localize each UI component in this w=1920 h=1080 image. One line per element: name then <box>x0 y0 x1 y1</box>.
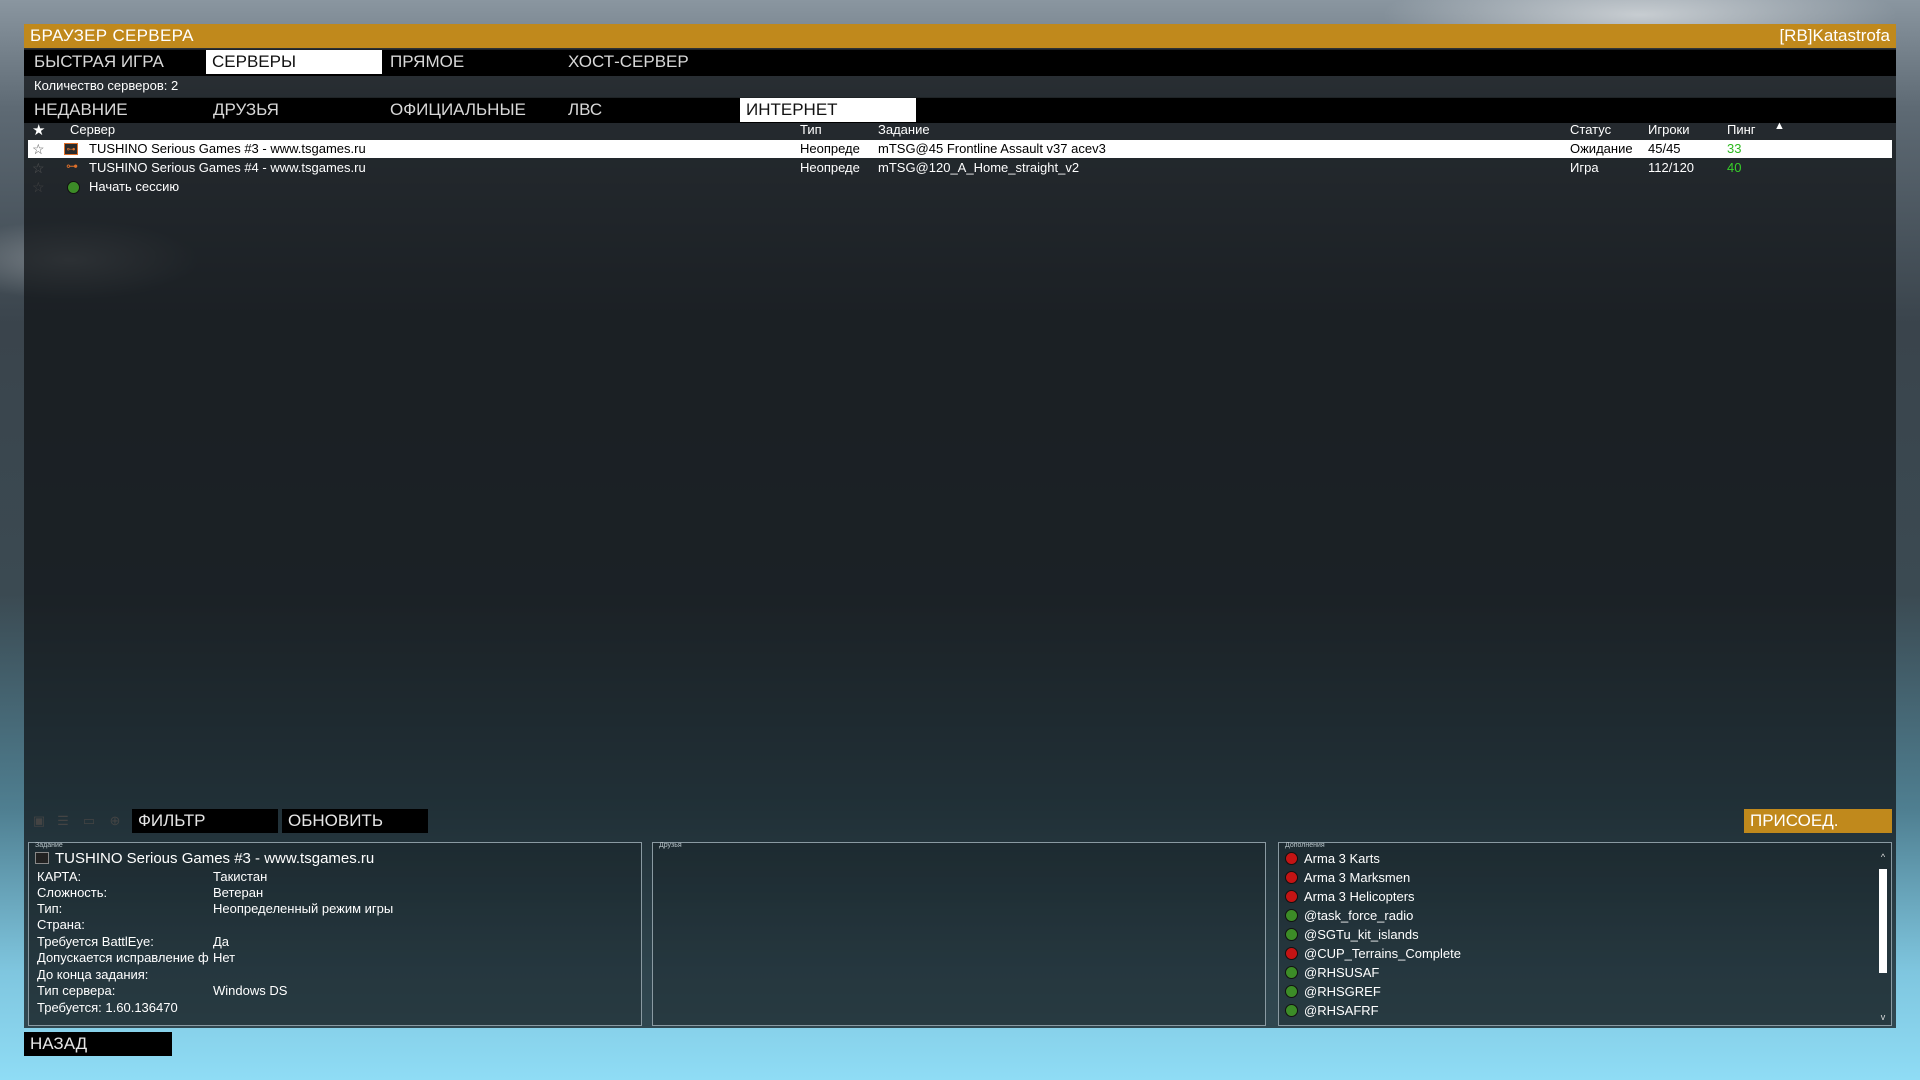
detail-row: До конца задания: <box>37 967 149 982</box>
tab-internet[interactable]: ИНТЕРНЕТ <box>740 98 916 122</box>
column-server[interactable]: Сервер <box>70 122 115 137</box>
scroll-down-icon[interactable]: v <box>1879 1013 1887 1022</box>
panel-legend: Задание <box>35 842 63 849</box>
list-icon[interactable]: ☰ <box>54 812 72 830</box>
tab-friends[interactable]: ДРУЗЬЯ <box>207 98 383 122</box>
player-name: [RB]Katastrofa <box>1779 26 1890 45</box>
server-mission: mTSG@45 Frontline Assault v37 acev3 <box>878 141 1106 156</box>
detail-row: КАРТА: Такистан <box>37 869 268 884</box>
scroll-up-icon[interactable]: ^ <box>1879 853 1887 862</box>
server-mission: mTSG@120_A_Home_straight_v2 <box>878 160 1080 175</box>
start-session-row[interactable]: ☆ Начать сессию <box>28 178 1892 196</box>
status-dot-icon <box>1285 966 1298 979</box>
back-button[interactable]: НАЗАД <box>24 1032 172 1056</box>
refresh-button[interactable]: ОБНОВИТЬ <box>282 809 428 833</box>
server-ping: 33 <box>1727 141 1742 156</box>
addon-item[interactable]: @RHSGREF <box>1285 984 1381 1002</box>
lock-filter-icon[interactable]: ▣ <box>30 812 48 830</box>
detail-row: Тип сервера: Windows DS <box>37 983 288 998</box>
panel-legend: Друзья <box>659 842 682 849</box>
tab-servers[interactable]: СЕРВЕРЫ <box>206 50 382 74</box>
addon-item[interactable]: @SGTu_kit_islands <box>1285 927 1419 945</box>
server-status: Ожидание <box>1570 141 1632 156</box>
tab-quick-play[interactable]: БЫСТРАЯ ИГРА <box>28 50 204 74</box>
window-title: БРАУЗЕР СЕРВЕРА <box>30 26 194 45</box>
server-players: 45/45 <box>1648 141 1681 156</box>
detail-row: Допускается исправление ф Нет <box>37 950 236 965</box>
column-mission[interactable]: Задание <box>878 122 930 137</box>
scroll-thumb[interactable] <box>1879 869 1887 973</box>
favorite-star-icon[interactable]: ☆ <box>32 160 45 176</box>
tab-lan[interactable]: ЛВС <box>562 98 738 122</box>
mission-details-panel: Задание TUSHINO Serious Games #3 - www.t… <box>28 842 642 1026</box>
addon-item[interactable]: @RHSAFRF <box>1285 1003 1379 1021</box>
addon-item[interactable]: @task_force_radio <box>1285 908 1413 926</box>
tab-official[interactable]: ОФИЦИАЛЬНЫЕ <box>384 98 560 122</box>
detail-row: Страна: <box>37 917 85 932</box>
status-dot-icon <box>1285 909 1298 922</box>
favorite-star-icon[interactable]: ☆ <box>32 141 45 157</box>
column-players[interactable]: Игроки <box>1648 122 1690 137</box>
server-players: 112/120 <box>1648 160 1695 175</box>
detail-row: Тип: Неопределенный режим игры <box>37 901 394 916</box>
detail-row: Требуется BattlEye: Да <box>37 934 230 949</box>
addon-item[interactable]: Arma 3 Helicopters <box>1285 889 1415 907</box>
join-button[interactable]: ПРИСОЕД. <box>1744 809 1892 833</box>
status-dot-icon <box>67 181 80 197</box>
triangle-up-icon[interactable]: ▲ <box>1774 120 1785 132</box>
tab-recent[interactable]: НЕДАВНИЕ <box>28 98 204 122</box>
detail-row: Требуется: 1.60.136470 <box>37 1000 178 1015</box>
server-list-header: ★ Сервер Тип Задание Статус Игроки Пинг … <box>28 120 1892 139</box>
server-status: Игра <box>1570 160 1599 175</box>
server-name: TUSHINO Serious Games #4 - www.tsgames.r… <box>89 160 366 175</box>
filter-button[interactable]: ФИЛЬТР <box>132 809 278 833</box>
status-dot-icon <box>1285 928 1298 941</box>
status-dot-icon <box>1285 852 1298 865</box>
start-session-label: Начать сессию <box>89 179 180 194</box>
status-dot-icon <box>1285 890 1298 903</box>
status-dot-icon <box>1285 947 1298 960</box>
panel-legend: Дополнения <box>1285 842 1325 849</box>
bottom-toolbar: ▣ ☰ ▭ ⊕ ФИЛЬТР ОБНОВИТЬ ПРИСОЕД. <box>24 808 1896 834</box>
server-count: Количество серверов: 2 <box>34 78 179 93</box>
addon-item[interactable]: @CUP_Terrains_Complete <box>1285 946 1461 964</box>
status-dot-icon <box>1285 871 1298 884</box>
addon-item[interactable]: Arma 3 Marksmen <box>1285 870 1410 888</box>
title-bar: БРАУЗЕР СЕРВЕРА [RB]Katastrofa <box>24 24 1896 48</box>
server-name: TUSHINO Serious Games #3 - www.tsgames.r… <box>89 141 366 156</box>
source-tabs: НЕДАВНИЕ ДРУЗЬЯ ОФИЦИАЛЬНЫЕ ЛВС ИНТЕРНЕТ <box>24 97 1896 123</box>
column-ping[interactable]: Пинг <box>1727 122 1756 137</box>
favorite-star-icon: ☆ <box>32 179 45 195</box>
server-type: Неопреде <box>800 160 860 175</box>
column-status[interactable]: Статус <box>1570 122 1611 137</box>
addons-scrollbar[interactable]: ^ v <box>1879 853 1887 1022</box>
lock-key-icon: ⊶ <box>64 143 78 155</box>
server-icon <box>35 852 49 864</box>
addons-panel: Дополнения Arma 3 Karts Arma 3 Marksmen … <box>1278 842 1892 1026</box>
detail-row: Сложность: Ветеран <box>37 885 264 900</box>
server-row[interactable]: ☆ ⊶ TUSHINO Serious Games #4 - www.tsgam… <box>28 159 1892 177</box>
server-row[interactable]: ☆ ⊶ TUSHINO Serious Games #3 - www.tsgam… <box>28 140 1892 158</box>
tab-direct[interactable]: ПРЯМОЕ <box>384 50 560 74</box>
status-dot-icon <box>1285 985 1298 998</box>
status-dot-icon <box>1285 1004 1298 1017</box>
selected-server-name: TUSHINO Serious Games #3 - www.tsgames.r… <box>35 850 374 867</box>
server-type: Неопреде <box>800 141 860 156</box>
friends-panel: Друзья <box>652 842 1266 1026</box>
main-tabs: БЫСТРАЯ ИГРА СЕРВЕРЫ ПРЯМОЕ ХОСТ-СЕРВЕР <box>24 49 1896 76</box>
column-type[interactable]: Тип <box>800 122 822 137</box>
star-icon[interactable]: ★ <box>32 121 45 139</box>
addon-item[interactable]: @RHSUSAF <box>1285 965 1379 983</box>
folder-icon[interactable]: ▭ <box>80 812 98 830</box>
add-icon[interactable]: ⊕ <box>106 812 124 830</box>
server-ping: 40 <box>1727 160 1742 175</box>
lock-key-icon: ⊶ <box>66 159 78 173</box>
tab-host-server[interactable]: ХОСТ-СЕРВЕР <box>562 50 738 74</box>
addon-item[interactable]: Arma 3 Karts <box>1285 851 1380 869</box>
